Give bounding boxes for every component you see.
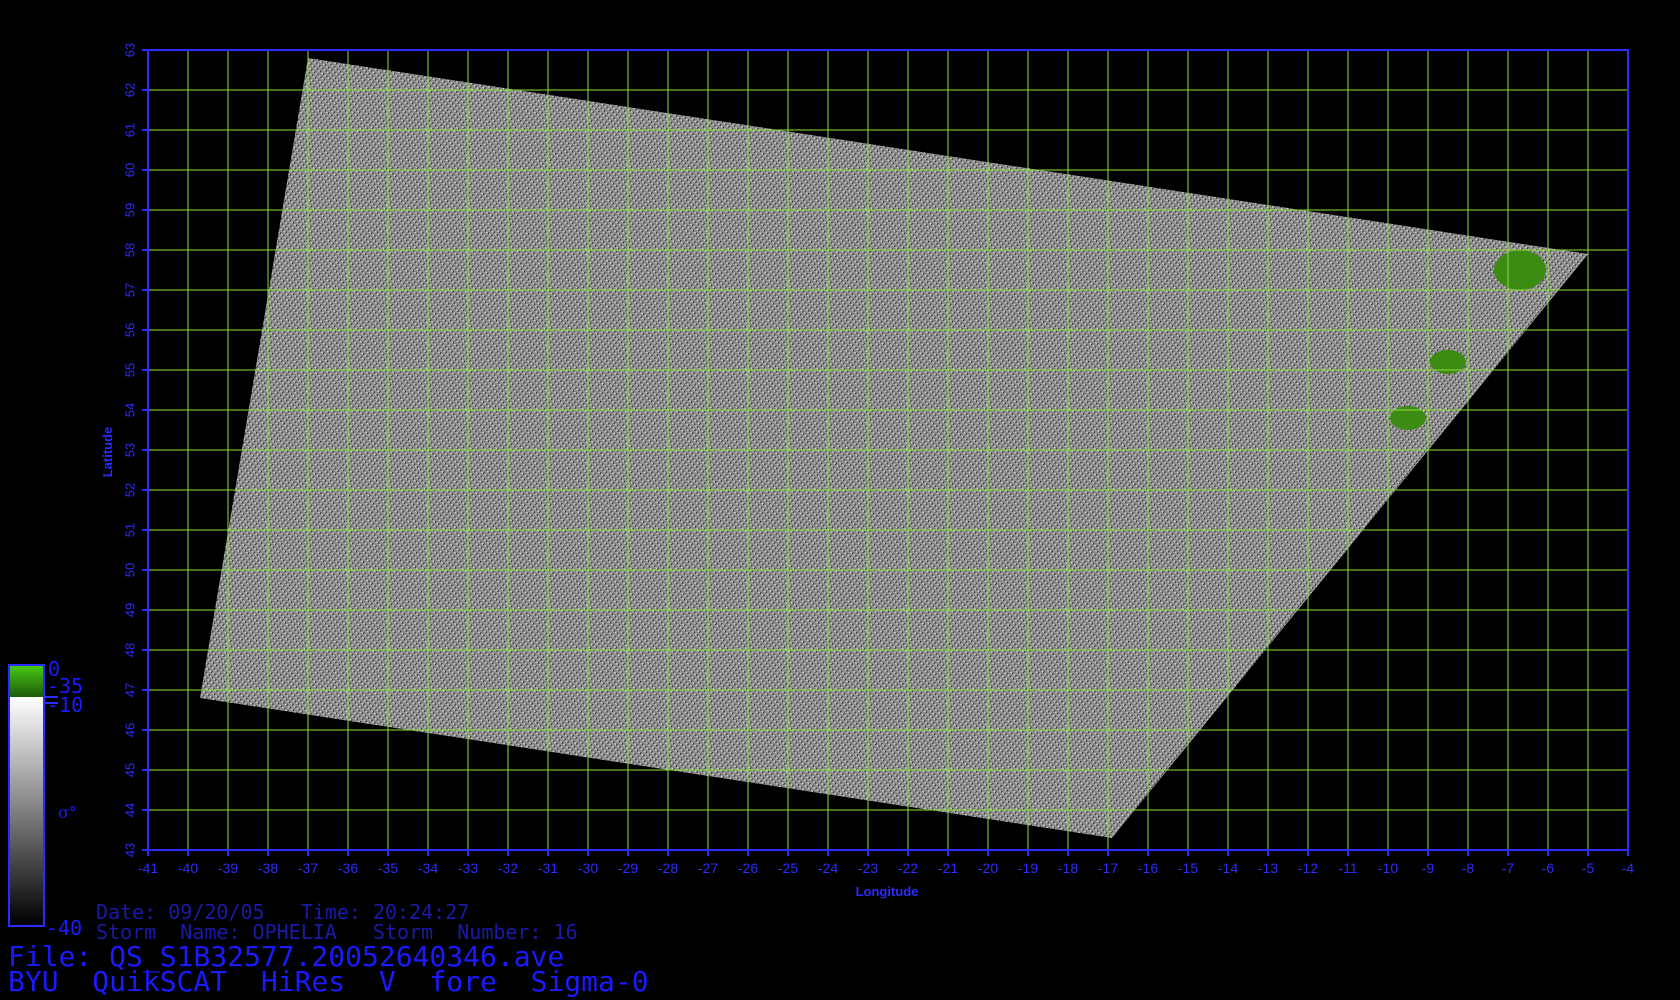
lon-tick-label: -11 (1338, 860, 1357, 876)
lon-tick-label: -29 (618, 860, 638, 876)
lon-tick-label: -4 (1622, 860, 1635, 876)
lat-tick-label: 63 (122, 43, 137, 57)
lat-tick-label: 43 (122, 843, 137, 857)
lon-tick-label: -7 (1502, 860, 1515, 876)
lat-tick-label: 57 (122, 283, 137, 297)
lon-tick-label: -18 (1058, 860, 1078, 876)
lon-tick-label: -41 (138, 860, 158, 876)
lon-tick-label: -33 (458, 860, 478, 876)
lat-tick-label: 60 (122, 163, 137, 177)
lon-tick-label: -23 (858, 860, 878, 876)
lon-tick-label: -25 (778, 860, 798, 876)
lat-lon-grid (147, 49, 1629, 851)
lon-tick-label: -20 (978, 860, 998, 876)
lon-tick-label: -22 (898, 860, 918, 876)
lon-tick-label: -38 (258, 860, 278, 876)
colorbar-gray-ramp (10, 697, 43, 925)
lat-tick-label: 49 (122, 603, 137, 617)
lon-tick-label: -36 (338, 860, 358, 876)
date-time-line: Date: 09/20/05 Time: 20:24:27 (96, 900, 470, 924)
scatterometer-swath (200, 58, 1588, 838)
storm-info-line: Storm Name: OPHELIA Storm Number: 16 (96, 920, 578, 944)
colorbar: 0 -35 -10 -40 σ° (8, 657, 83, 940)
lat-tick-label: 52 (122, 483, 137, 497)
lon-tick-label: -17 (1098, 860, 1118, 876)
lon-tick-label: -16 (1138, 860, 1158, 876)
lon-tick-label: -34 (418, 860, 438, 876)
lat-tick-label: 45 (122, 763, 137, 777)
lon-tick-label: -28 (658, 860, 678, 876)
lon-tick-label: -31 (538, 860, 558, 876)
lat-tick-label: 47 (122, 683, 137, 697)
lon-tick-label: -8 (1462, 860, 1475, 876)
lat-tick-label: 61 (122, 123, 137, 137)
lat-tick-label: 50 (122, 563, 137, 577)
lon-tick-label: -19 (1018, 860, 1038, 876)
lon-tick-label: -13 (1258, 860, 1278, 876)
lat-tick-label: 46 (122, 723, 137, 737)
lat-tick-label: 51 (122, 523, 137, 537)
lon-tick-label: -12 (1298, 860, 1318, 876)
land-patch (1494, 250, 1546, 290)
lat-tick-label: 55 (122, 363, 137, 377)
colorbar-bottom-label: -40 (46, 916, 82, 940)
lon-tick-label: -10 (1378, 860, 1398, 876)
colorbar-land-swatch (10, 666, 43, 697)
lon-tick-label: -32 (498, 860, 518, 876)
lat-tick-label: 58 (122, 243, 137, 257)
y-axis-label: Latitude (100, 427, 115, 478)
lon-tick-label: -24 (818, 860, 838, 876)
lat-tick-label: 62 (122, 83, 137, 97)
latitude-tick-labels: 43 44 45 46 47 48 49 50 51 52 53 54 55 56 57 58 59 60 61 62… (122, 43, 148, 857)
lon-tick-label: -6 (1542, 860, 1555, 876)
lat-tick-label: 59 (122, 203, 137, 217)
lon-tick-label: -30 (578, 860, 598, 876)
lon-tick-label: -40 (178, 860, 198, 876)
lat-tick-label: 44 (122, 803, 137, 817)
lon-tick-label: -9 (1422, 860, 1435, 876)
lat-tick-label: 48 (122, 643, 137, 657)
swath-layer (200, 58, 1588, 838)
colorbar-symbol: σ° (58, 803, 77, 822)
lat-tick-label: 53 (122, 443, 137, 457)
lon-tick-label: -37 (298, 860, 318, 876)
lon-tick-label: -35 (378, 860, 398, 876)
lon-tick-label: -27 (698, 860, 718, 876)
lon-tick-label: -15 (1178, 860, 1198, 876)
lon-tick-label: -14 (1218, 860, 1238, 876)
x-axis-label: Longitude (856, 884, 919, 899)
product-title-line: BYU QuikSCAT HiRes V fore Sigma-0 (8, 965, 649, 998)
lat-tick-label: 56 (122, 323, 137, 337)
longitude-tick-labels: -41 -40 -39 -38 -37 -36 -35 -34 -33 -32 -31 -30 -29 -… (138, 850, 1635, 876)
lat-tick-label: 54 (122, 403, 137, 417)
lon-tick-label: -21 (938, 860, 958, 876)
lon-tick-label: -39 (218, 860, 238, 876)
colorbar-white-top-label: -10 (47, 693, 83, 717)
map-figure: -41 -40 -39 -38 -37 -36 -35 -34 -33 -32 -31 -30 -29 -… (8, 43, 1635, 940)
lon-tick-label: -5 (1582, 860, 1595, 876)
lon-tick-label: -26 (738, 860, 758, 876)
